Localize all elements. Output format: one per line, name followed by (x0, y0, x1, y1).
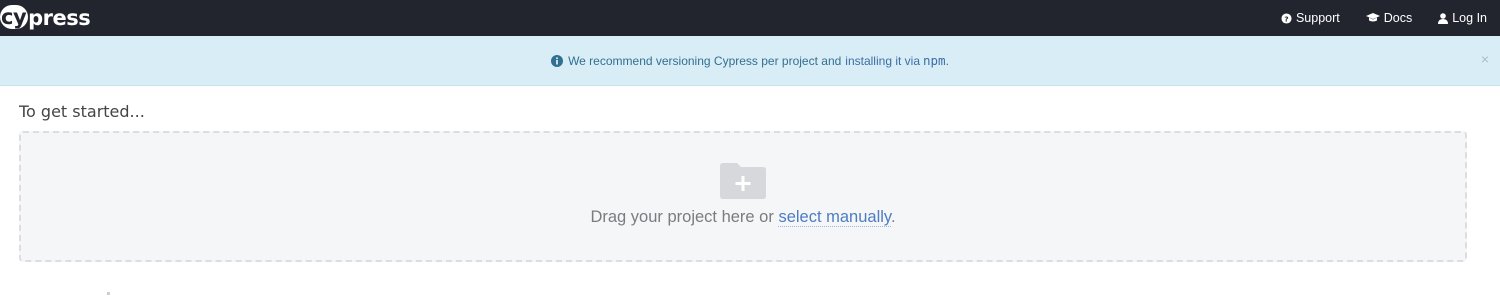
docs-link[interactable]: Docs (1365, 11, 1413, 25)
select-manually-link[interactable]: select manually (778, 208, 891, 227)
divider-dot (107, 292, 110, 295)
dropzone-text: Drag your project here or select manuall… (21, 208, 1465, 227)
banner-text: We recommend versioning Cypress per proj… (568, 53, 842, 68)
svg-text:?: ? (1284, 14, 1288, 23)
drop-period: . (890, 208, 896, 226)
folder-plus-icon (720, 163, 766, 199)
close-icon[interactable]: × (1478, 52, 1492, 66)
support-label: Support (1295, 11, 1340, 25)
banner-message: We recommend versioning Cypress per proj… (551, 53, 949, 68)
drag-instruction: Drag your project here or (590, 208, 774, 226)
user-icon (1438, 12, 1449, 24)
npm-code: npm (923, 53, 946, 68)
page-heading: To get started... (19, 102, 145, 121)
cypress-logo[interactable]: cypress (0, 4, 91, 32)
support-link[interactable]: ? Support (1281, 11, 1340, 25)
info-banner: We recommend versioning Cypress per proj… (0, 36, 1500, 86)
docs-label: Docs (1383, 11, 1413, 25)
login-label: Log In (1452, 11, 1487, 25)
info-circle-icon (551, 54, 564, 67)
install-npm-link[interactable]: installing it via npm (845, 53, 945, 68)
project-dropzone[interactable]: Drag your project here or select manuall… (19, 131, 1467, 262)
nav-links: ? Support Docs Log In (1255, 0, 1487, 36)
install-link-text: installing it via (845, 54, 920, 68)
top-nav-bar: cypress ? Support Docs Log In (0, 0, 1500, 36)
graduation-cap-icon (1365, 13, 1380, 22)
logo-text: press (28, 6, 91, 30)
logo-mark: cy (0, 5, 29, 29)
question-circle-icon: ? (1281, 12, 1292, 24)
login-link[interactable]: Log In (1438, 11, 1487, 25)
banner-period: . (945, 53, 949, 68)
